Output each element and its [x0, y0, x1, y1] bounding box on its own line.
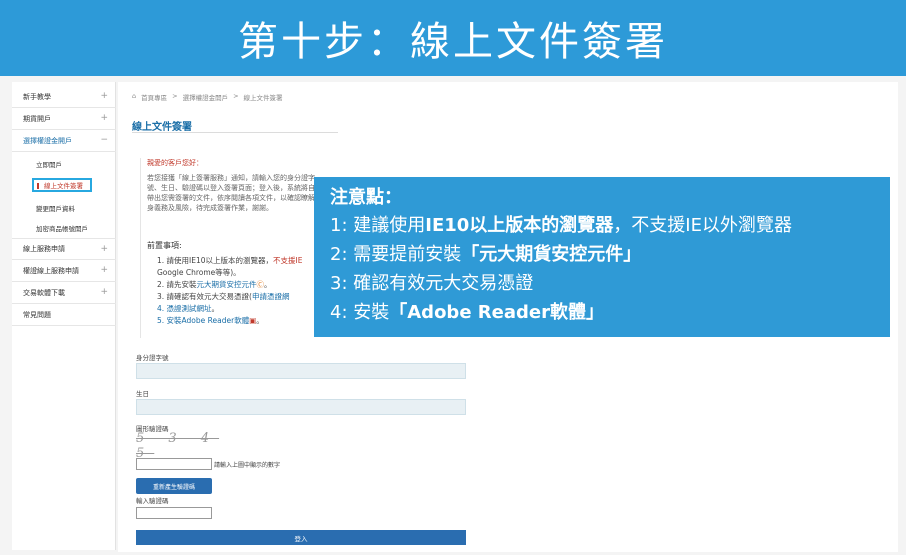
expand-icon: +	[100, 91, 108, 101]
callout-number: 3:	[330, 273, 354, 294]
callout-text: 確認有效元大交易憑證	[353, 273, 534, 294]
collapse-icon: −	[100, 135, 108, 145]
expand-icon: +	[100, 113, 108, 123]
captcha-input[interactable]	[136, 458, 212, 470]
sidebar-item-software-download[interactable]: 交易軟體下載 +	[12, 282, 116, 304]
sidebar-item-faq[interactable]: 常見問題	[12, 304, 116, 326]
verification-code-label: 輸入驗證碼	[136, 497, 169, 505]
breadcrumb-separator: >	[172, 92, 178, 100]
sidebar-item-label: 期貨開戶	[23, 114, 51, 123]
sidebar-item-futures-account[interactable]: 期貨開戶 +	[12, 108, 116, 130]
apply-certificate-link[interactable]: 申請憑證網	[252, 292, 290, 301]
sidebar: 新手教學 + 期貨開戶 + 選擇權證金開戶 − 立即開戶 線上文件簽署 變更開戶…	[12, 82, 116, 550]
callout-line-1: 1: 建議使用IE10以上版本的瀏覽器，不支援IE以外瀏覽器	[330, 211, 890, 240]
sidebar-item-label: 新手教學	[23, 92, 51, 101]
step-text: 。	[211, 304, 220, 313]
birthday-input[interactable]	[136, 399, 466, 415]
sidebar-sub-open-now[interactable]: 立即開戶	[12, 154, 116, 174]
expand-icon: +	[100, 265, 108, 275]
callout-text: 需要提前安裝	[353, 244, 462, 265]
callout-text: 建議使用	[353, 215, 426, 236]
callout-line-4: 4: 安裝「Adobe Reader軟體」	[330, 298, 890, 327]
sidebar-sub-label: 立即開戶	[36, 161, 62, 169]
callout-line-3: 3: 確認有效元大交易憑證	[330, 269, 890, 298]
callout-text: ，不支援IE以外瀏覽器	[613, 215, 792, 236]
sidebar-item-online-service[interactable]: 線上服務申請 +	[12, 238, 116, 260]
sidebar-item-label: 線上服務申請	[23, 245, 65, 253]
birthday-label: 生日	[136, 390, 149, 398]
sidebar-item-tutorial[interactable]: 新手教學 +	[12, 86, 116, 108]
step-text: 2. 請先安裝	[157, 280, 197, 289]
sidebar-sub-change-info[interactable]: 變更開戶資料	[12, 198, 116, 218]
sidebar-item-label: 權證線上服務申請	[23, 266, 79, 275]
active-marker	[37, 183, 39, 189]
sidebar-sub-label: 加密商品帳號開戶	[36, 225, 88, 233]
notice-greeting: 親愛的客戶您好：	[147, 159, 203, 167]
security-component-icon: Ⓒ	[256, 280, 265, 289]
callout-number: 4:	[330, 302, 354, 323]
step-text: 3. 請確認有效元大交易憑證(	[157, 292, 252, 301]
sidebar-sub-label: 變更開戶資料	[36, 205, 75, 213]
breadcrumb-level1[interactable]: 選擇權證金開戶	[183, 92, 229, 102]
sidebar-item-options-account[interactable]: 選擇權證金開戶 −	[12, 130, 116, 152]
page-root: 第十步：線上文件簽署 新手教學 + 期貨開戶 + 選擇權證金開戶 − 立即開戶 …	[0, 0, 906, 555]
certificate-test-link[interactable]: 4. 憑證測試網址	[157, 304, 212, 313]
breadcrumb-current: 線上文件簽署	[243, 94, 283, 102]
expand-icon: +	[100, 287, 108, 297]
notice-callout: 注意點： 1: 建議使用IE10以上版本的瀏覽器，不支援IE以外瀏覽器 2: 需…	[314, 177, 890, 337]
sidebar-sub-online-sign[interactable]: 線上文件簽署	[32, 178, 92, 192]
captcha-image: 5 3 4 5	[136, 431, 220, 461]
step-text: 。	[256, 316, 264, 325]
step-text: 1. 請使用IE10以上版本的瀏覽器，	[157, 256, 274, 265]
login-button[interactable]: 登入	[136, 530, 466, 545]
sidebar-sub-label: 線上文件簽署	[44, 182, 83, 190]
refresh-captcha-button[interactable]: 重新產生驗證碼	[136, 478, 212, 494]
sidebar-sub-crypto-account[interactable]: 加密商品帳號開戶	[12, 218, 116, 238]
callout-emphasis: 「Adobe Reader軟體」	[389, 302, 604, 323]
callout-number: 2:	[330, 244, 354, 265]
callout-emphasis: 「元大期貨安控元件」	[461, 244, 642, 265]
id-number-label: 身分證字號	[136, 354, 169, 362]
home-icon[interactable]: ⌂	[132, 92, 136, 102]
step-text: Google Chrome等等)。	[157, 268, 241, 277]
expand-icon: +	[100, 244, 108, 254]
id-number-input[interactable]	[136, 363, 466, 379]
security-component-link[interactable]: 元大期貨安控元件	[197, 280, 257, 289]
breadcrumb-home[interactable]: 首頁專區	[141, 92, 167, 102]
step-text: 。	[264, 280, 272, 289]
title-banner: 第十步：線上文件簽署	[0, 0, 906, 76]
breadcrumb: ⌂ 首頁專區 > 選擇權證金開戶 > 線上文件簽署	[132, 92, 283, 102]
title-divider	[132, 132, 338, 133]
callout-line-2: 2: 需要提前安裝「元大期貨安控元件」	[330, 240, 890, 269]
callout-text: 安裝	[353, 302, 390, 323]
banner-title: 第十步：線上文件簽署	[238, 19, 668, 65]
callout-emphasis: IE10以上版本的瀏覽器	[425, 215, 614, 236]
sidebar-item-label: 常見問題	[23, 310, 51, 319]
breadcrumb-separator: >	[233, 92, 239, 100]
sidebar-item-label: 交易軟體下載	[23, 288, 65, 297]
captcha-hint: 請輸入上圖中顯示的數字	[214, 462, 281, 469]
step-warning: 不支援IE	[273, 256, 303, 265]
page-title: 線上文件簽署	[132, 122, 192, 133]
callout-title: 注意點：	[330, 187, 402, 208]
verification-code-input[interactable]	[136, 507, 212, 519]
callout-number: 1:	[330, 215, 354, 236]
adobe-reader-link[interactable]: 5. 安裝Adobe Reader軟體	[157, 316, 249, 325]
sidebar-item-warrant-service[interactable]: 權證線上服務申請 +	[12, 260, 116, 282]
sidebar-item-label: 選擇權證金開戶	[23, 136, 72, 145]
notice-paragraph: 若您接獲「線上簽署服務」通知，請輸入您的身分證字號、生日、驗證碼以登入簽署頁面；…	[147, 174, 322, 212]
